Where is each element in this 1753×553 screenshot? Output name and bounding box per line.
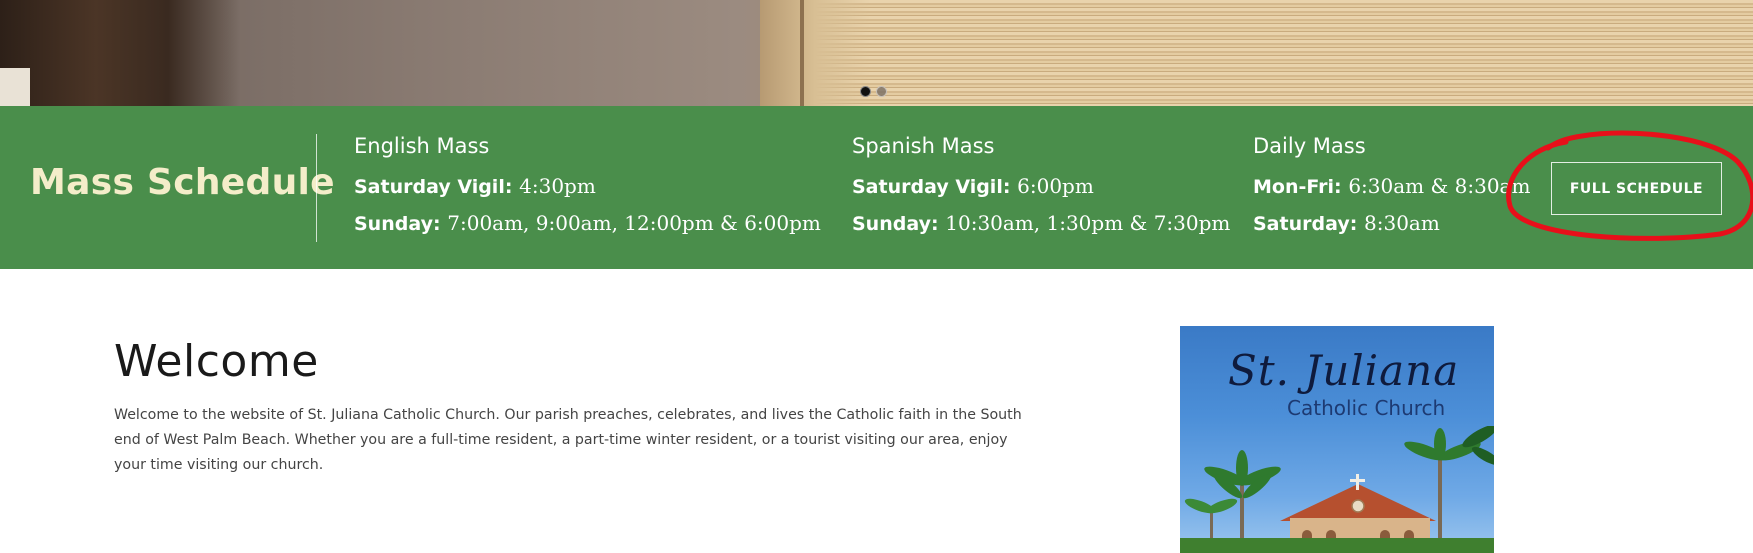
daily-weekday-line: Mon-Fri: 6:30am & 8:30am [1253,175,1530,198]
english-mass-column: English Mass Saturday Vigil: 4:30pm Sund… [354,134,821,249]
mass-schedule-title: Mass Schedule [30,162,335,203]
hero-book-image-left [0,0,240,106]
mass-time: 6:00pm [1017,174,1094,198]
slider-dots [860,86,887,97]
mass-time: 7:00am, 9:00am, 12:00pm & 6:00pm [447,211,821,235]
daily-mass-column: Daily Mass Mon-Fri: 6:30am & 8:30am Satu… [1253,134,1530,249]
mass-day-label: Sunday: [354,213,441,235]
divider [316,134,317,242]
spanish-mass-heading: Spanish Mass [852,134,995,158]
spanish-mass-column: Spanish Mass Saturday Vigil: 6:00pm Sund… [852,134,1230,249]
mass-day-label: Sunday: [852,213,939,235]
spanish-saturday-line: Saturday Vigil: 6:00pm [852,175,1230,198]
mass-day-label: Saturday Vigil: [354,176,513,198]
mass-time: 10:30am, 1:30pm & 7:30pm [945,211,1231,235]
church-subtitle: Catholic Church [1287,396,1446,420]
english-saturday-line: Saturday Vigil: 4:30pm [354,175,821,198]
daily-mass-heading: Daily Mass [1253,134,1366,158]
slider-dot-2[interactable] [876,86,887,97]
english-mass-heading: English Mass [354,134,490,158]
hero-book-image-right [760,0,1753,106]
spanish-sunday-line: Sunday: 10:30am, 1:30pm & 7:30pm [852,212,1230,235]
welcome-heading: Welcome [114,336,319,387]
church-photo: St. Juliana Catholic Church [1180,326,1494,553]
mass-schedule-bar: Mass Schedule English Mass Saturday Vigi… [0,106,1753,269]
slider-dot-1[interactable] [860,86,871,97]
mass-time: 6:30am & 8:30am [1348,174,1531,198]
full-schedule-button[interactable]: FULL SCHEDULE [1551,162,1722,215]
mass-day-label: Saturday Vigil: [852,176,1011,198]
english-sunday-line: Sunday: 7:00am, 9:00am, 12:00pm & 6:00pm [354,212,821,235]
daily-saturday-line: Saturday: 8:30am [1253,212,1530,235]
mass-time: 4:30pm [519,174,596,198]
church-building-illustration [1180,426,1494,553]
church-name-logo: St. Juliana [1228,346,1460,395]
mass-day-label: Mon-Fri: [1253,176,1342,198]
welcome-paragraph: Welcome to the website of St. Juliana Ca… [114,407,1022,473]
mass-time: 8:30am [1364,211,1440,235]
mass-day-label: Saturday: [1253,213,1358,235]
hero-banner [0,0,1753,106]
